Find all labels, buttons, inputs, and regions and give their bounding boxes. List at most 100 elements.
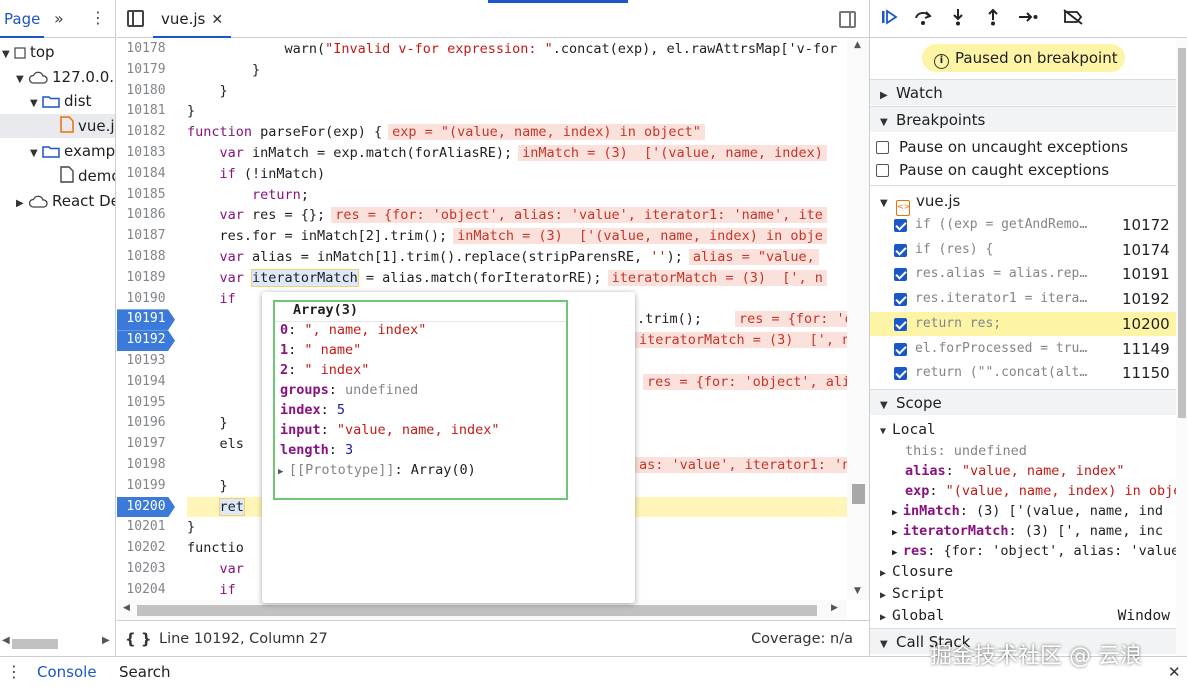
code-line[interactable]: res.for = inMatch[2].trim(); inMatch = (3… [187,226,827,247]
coverage-status[interactable]: Coverage: n/a [751,621,853,656]
checkbox[interactable] [894,268,907,282]
scroll-down-icon[interactable]: ▼ [854,586,861,596]
scope-var-alias[interactable]: alias: "value, name, index" [905,461,1124,481]
checkbox[interactable] [876,141,889,154]
scope-var-res[interactable]: ▶ res: {for: 'object', alias: 'value [892,541,1179,561]
line-number[interactable]: 10180 [117,81,175,102]
breakpoint-item[interactable]: res.iterator1 = itera… 10192 [870,287,1176,312]
code-line[interactable]: els [187,434,244,455]
close-icon[interactable]: ✕ [1168,657,1181,687]
line-number[interactable]: 10193 [117,351,175,372]
code-line[interactable]: } [187,476,228,497]
popover-entry[interactable]: index: 5 [280,400,345,420]
popover-entry[interactable]: 0: ", name, index" [280,320,426,340]
step-out-icon[interactable] [982,8,1004,31]
line-number[interactable]: 10187 [117,226,175,247]
tree-item-host[interactable]: ▼ 127.0.0.1 [16,65,115,89]
line-number[interactable]: 10199 [117,476,175,497]
code-line[interactable]: var res = {}; res = {for: 'object', alias… [187,205,827,226]
line-number[interactable]: 10185 [117,185,175,206]
line-number[interactable]: 10195 [117,393,175,414]
line-number[interactable]: 10196 [117,413,175,434]
popover-entry[interactable]: 2: " index" [280,360,369,380]
popover-entry[interactable]: length: 3 [280,440,353,460]
tree-item-demo[interactable]: demo [60,164,115,188]
scroll-left-icon[interactable]: ◀ [123,603,130,613]
scroll-thumb[interactable] [137,605,817,616]
pretty-print-icon[interactable]: { } [125,621,152,656]
scroll-thumb[interactable] [1178,48,1186,418]
scope-var-inmatch[interactable]: ▶ inMatch: (3) ['(value, name, ind [892,501,1163,521]
tree-item-examples[interactable]: ▼ examples [30,139,115,163]
popover-entry[interactable]: groups: undefined [280,380,418,400]
more-tabs-icon[interactable]: » [54,9,64,28]
breakpoint-item[interactable]: el.forProcessed = tru… 11149 [870,337,1176,362]
code-line[interactable]: var alias = inMatch[1].trim().replace(st… [187,247,819,268]
line-number[interactable]: 10183 [117,143,175,164]
tab-search[interactable]: Search [119,657,171,687]
code-line[interactable]: } [187,60,260,81]
line-number[interactable]: 10182 [117,122,175,143]
popover-entry[interactable]: input: "value, name, index" [280,420,499,440]
breakpoint-item[interactable]: res.alias = alias.rep… 10191 [870,262,1176,287]
pause-caught-option[interactable]: Pause on caught exceptions [876,159,1109,181]
step-icon[interactable] [1017,8,1039,31]
scroll-left-icon[interactable]: ◀ [2,635,10,646]
checkbox[interactable] [894,219,907,232]
code-line[interactable]: if [187,289,236,310]
code-line[interactable]: var inMatch = exp.match(forAliasRE); inMa… [187,143,827,164]
popover-entry[interactable]: 1: " name" [280,340,361,360]
code-line[interactable]: function parseFor(exp) {exp = "(value, n… [187,122,705,143]
line-number[interactable]: 10203 [117,559,175,580]
navigator-hscrollbar[interactable]: ◀ ▶ [0,632,115,656]
pause-uncaught-option[interactable]: Pause on uncaught exceptions [876,136,1128,158]
line-number[interactable]: 10202 [117,538,175,559]
checkbox[interactable] [894,367,907,381]
line-number[interactable]: 10181 [117,101,175,122]
code-line[interactable]: } [187,517,195,538]
scroll-thumb[interactable] [12,639,58,649]
section-watch[interactable]: ▶ Watch [870,79,1176,105]
scroll-thumb[interactable] [852,484,865,504]
debugger-vscrollbar[interactable] [1176,38,1187,656]
value-popover[interactable]: Array(3) 0: ", name, index" 1: " name" 2: … [262,292,635,603]
code-line[interactable]: } [187,81,228,102]
scope-var-exp[interactable]: exp: "(value, name, index) in obje [905,481,1181,501]
breakpoint-item[interactable]: if (res) {10174 [870,238,1176,263]
scroll-up-icon[interactable]: ▲ [854,40,861,50]
line-number[interactable]: 10192 [117,330,175,351]
line-number[interactable]: 10184 [117,164,175,185]
code-line[interactable]: warn("Invalid v-for expression: ".concat… [187,39,838,60]
close-icon[interactable]: ✕ [211,12,223,28]
line-number[interactable]: 10197 [117,434,175,455]
tree-item-vuejs[interactable]: vue.js [0,114,115,138]
editor-hscrollbar[interactable]: ◀ ▶ [117,600,847,620]
editor-vscrollbar[interactable]: ▲ ▼ [847,38,869,600]
code-line[interactable]: functio [187,538,244,559]
code-line[interactable]: } [187,101,195,122]
section-breakpoints[interactable]: ▼ Breakpoints [870,106,1176,132]
scope-var-this[interactable]: this: undefined [905,441,1027,461]
line-number[interactable]: 10200 [117,496,175,518]
scope-local[interactable]: ▼ Local [880,419,936,441]
toggle-debugger-icon[interactable] [839,11,856,28]
tree-item-react-devtools[interactable]: ▶ React Developer Tools [16,189,115,213]
step-over-icon[interactable] [912,8,934,31]
line-number[interactable]: 10204 [117,580,175,600]
resume-icon[interactable] [878,8,900,31]
scope-global[interactable]: ▶ Global Window [880,605,1170,627]
code-line[interactable]: if (!inMatch) [187,164,326,185]
checkbox[interactable] [894,243,907,257]
tree-item-dist[interactable]: ▼ dist [30,89,91,113]
tab-page[interactable]: Page [0,0,45,38]
code-line[interactable]: } [187,413,228,434]
line-number[interactable]: 10179 [117,60,175,81]
scope-var-iteratormatch[interactable]: ▶ iteratorMatch: (3) [', name, inc [892,521,1163,541]
checkbox[interactable] [894,342,907,356]
line-number[interactable]: 10201 [117,517,175,538]
toggle-navigator-icon[interactable] [127,10,144,27]
line-number[interactable]: 10190 [117,289,175,310]
tab-console[interactable]: Console [37,657,97,687]
line-number[interactable]: 10188 [117,247,175,268]
code-line[interactable]: var iteratorMatch = alias.match(forItera… [187,268,827,289]
